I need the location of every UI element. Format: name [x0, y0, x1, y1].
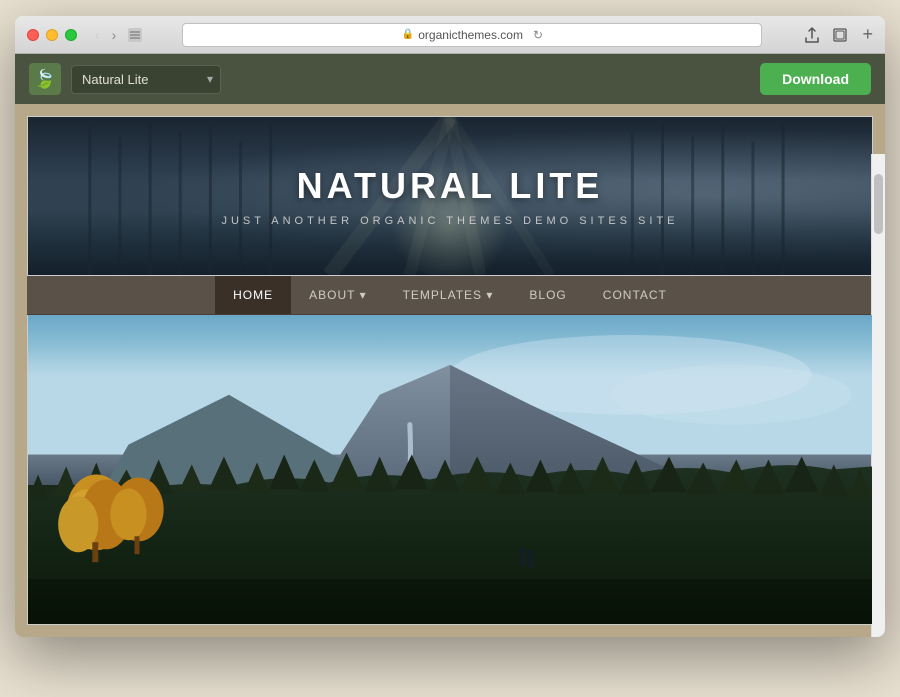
- leaf-icon: 🍃: [34, 69, 56, 90]
- titlebar: ‹ › 🔒 organicthemes.com ↻ +: [15, 16, 885, 54]
- app-toolbar: 🍃 Natural Lite Download: [15, 54, 885, 104]
- main-hero-image: [27, 315, 873, 625]
- url-text: organicthemes.com: [418, 28, 523, 42]
- download-button[interactable]: Download: [760, 63, 871, 95]
- browser-window: ‹ › 🔒 organicthemes.com ↻ + 🍃: [15, 16, 885, 637]
- forward-arrow[interactable]: ›: [108, 25, 121, 45]
- theme-selector[interactable]: Natural Lite: [71, 65, 221, 94]
- nav-item-about[interactable]: ABOUT ▾: [291, 276, 384, 314]
- nav-item-contact[interactable]: CONTACT: [585, 276, 685, 314]
- nav-item-blog[interactable]: BLOG: [511, 276, 584, 314]
- mountain-svg: [28, 315, 872, 624]
- traffic-lights: [27, 29, 77, 41]
- back-arrow[interactable]: ‹: [91, 25, 104, 45]
- reload-icon[interactable]: ↻: [533, 28, 543, 42]
- minimize-button[interactable]: [46, 29, 58, 41]
- site-nav: HOME ABOUT ▾ TEMPLATES ▾ BLOG CONTACT: [27, 276, 873, 315]
- close-button[interactable]: [27, 29, 39, 41]
- browser-body: NATURAL LITE JUST ANOTHER ORGANIC THEMES…: [15, 104, 885, 637]
- nav-item-templates[interactable]: TEMPLATES ▾: [385, 276, 512, 314]
- lock-icon: 🔒: [402, 29, 414, 40]
- address-bar[interactable]: 🔒 organicthemes.com ↻: [182, 23, 762, 47]
- new-tab-button[interactable]: [830, 25, 850, 45]
- theme-selector-wrapper[interactable]: Natural Lite: [71, 65, 221, 94]
- nav-item-home[interactable]: HOME: [215, 276, 291, 314]
- scrollbar-thumb[interactable]: [874, 174, 883, 234]
- nav-arrows: ‹ ›: [91, 25, 120, 45]
- site-hero: NATURAL LITE JUST ANOTHER ORGANIC THEMES…: [27, 116, 873, 276]
- leaf-logo: 🍃: [29, 63, 61, 95]
- hero-title: NATURAL LITE: [297, 165, 604, 207]
- maximize-button[interactable]: [65, 29, 77, 41]
- window-layout-btn[interactable]: [128, 28, 142, 42]
- site-content: NATURAL LITE JUST ANOTHER ORGANIC THEMES…: [15, 104, 885, 637]
- new-window-button[interactable]: +: [862, 24, 873, 45]
- scrollbar[interactable]: [871, 154, 885, 637]
- hero-subtitle: JUST ANOTHER ORGANIC THEMES DEMO SITES S…: [221, 215, 678, 227]
- titlebar-right: +: [802, 24, 873, 45]
- share-button[interactable]: [802, 25, 822, 45]
